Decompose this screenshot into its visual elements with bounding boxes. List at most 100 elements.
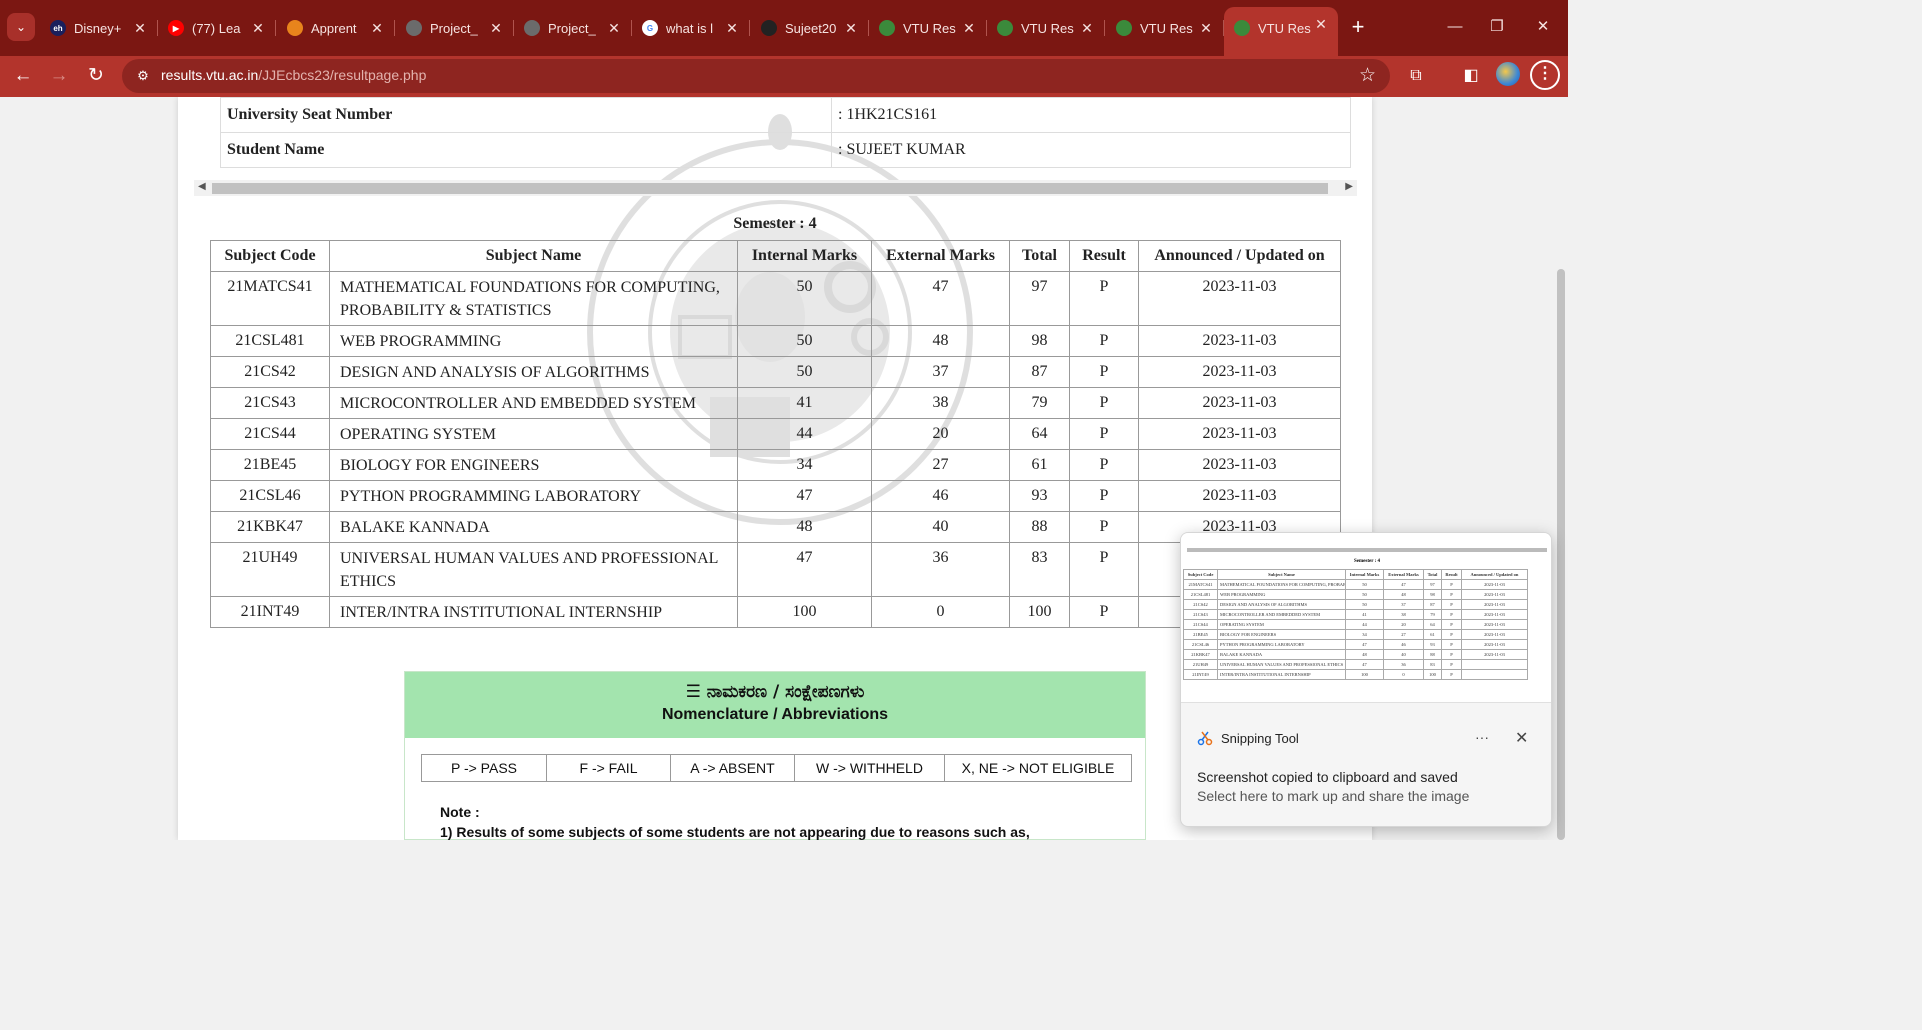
tab-10[interactable]: VTU Res ✕ xyxy=(1224,7,1338,56)
preview-external-marks: 48 xyxy=(1383,589,1424,600)
horizontal-scrollbar[interactable]: ◀ ▶ xyxy=(194,180,1357,196)
close-tab-icon[interactable]: ✕ xyxy=(249,19,267,37)
tab-title: Project_ xyxy=(430,20,478,36)
tab-search-button[interactable]: ⌄ xyxy=(7,13,35,41)
chrome-menu-button[interactable]: ⋮ xyxy=(1530,60,1560,90)
result: P xyxy=(1069,325,1139,357)
scroll-left-arrow-icon[interactable]: ◀ xyxy=(198,181,206,192)
tab-title: VTU Res xyxy=(1021,20,1074,36)
preview-column-header: Subject Name xyxy=(1217,569,1346,580)
marks-table: Subject Code Subject Name Internal Marks Ex… xyxy=(210,240,1341,628)
close-tab-icon[interactable]: ✕ xyxy=(1197,19,1215,37)
external-marks: 20 xyxy=(871,418,1010,450)
tab-6[interactable]: Sujeet20 ✕ xyxy=(751,11,869,45)
table-row: 21UH49 UNIVERSAL HUMAN VALUES AND PROFESS… xyxy=(210,542,1341,597)
screenshot-preview[interactable]: Semester : 4 Subject Code Subject Name Int… xyxy=(1181,533,1551,703)
preview-external-marks: 36 xyxy=(1383,659,1424,670)
restore-button[interactable]: ❐ xyxy=(1482,14,1512,40)
preview-column-header: Announced / Updated on xyxy=(1461,569,1528,580)
chevron-down-icon: ⌄ xyxy=(15,20,27,34)
preview-row: 21KBK47 BALAKE KANNADA 48 40 88 P 2023-11-03 xyxy=(1183,649,1528,660)
reload-icon: ↻ xyxy=(88,65,104,86)
close-tab-icon[interactable]: ✕ xyxy=(487,19,505,37)
result: P xyxy=(1069,387,1139,419)
snipping-tool-icon xyxy=(1197,731,1213,746)
toast-app-name: Snipping Tool xyxy=(1221,730,1299,746)
close-tab-icon[interactable]: ✕ xyxy=(1078,19,1096,37)
site-info-icon[interactable]: ⚙ xyxy=(134,67,152,85)
address-bar[interactable]: ⚙ results.vtu.ac.in/JJEcbcs23/resultpage… xyxy=(122,59,1390,93)
abbreviation-item: W -> WITHHELD xyxy=(794,754,945,782)
close-tab-icon[interactable]: ✕ xyxy=(1312,15,1330,33)
preview-subject-name: UNIVERSAL HUMAN VALUES AND PROFESSIONAL … xyxy=(1217,659,1346,670)
close-window-button[interactable]: ✕ xyxy=(1528,14,1558,40)
preview-header-row: Subject Code Subject Name Internal Marks Ex… xyxy=(1183,569,1528,580)
external-marks: 38 xyxy=(871,387,1010,419)
google-icon: G xyxy=(642,20,658,36)
preview-subject-code: 21CSL46 xyxy=(1183,639,1218,650)
preview-total-marks: 79 xyxy=(1423,609,1442,620)
close-tab-icon[interactable]: ✕ xyxy=(723,19,741,37)
horizontal-scroll-thumb[interactable] xyxy=(212,183,1328,194)
preview-announced-date: 2023-11-03 xyxy=(1461,639,1528,650)
result: P xyxy=(1069,271,1139,326)
total-marks: 88 xyxy=(1009,511,1070,543)
column-header: Announced / Updated on xyxy=(1138,240,1341,272)
reload-button[interactable]: ↻ xyxy=(82,62,110,90)
close-tab-icon[interactable]: ✕ xyxy=(368,19,386,37)
preview-subject-name: BIOLOGY FOR ENGINEERS xyxy=(1217,629,1346,640)
side-panel-icon[interactable]: ◧ xyxy=(1457,62,1485,90)
tab-title: what is l xyxy=(666,20,713,36)
external-marks: 0 xyxy=(871,596,1010,628)
scroll-right-arrow-icon[interactable]: ▶ xyxy=(1345,181,1353,192)
toast-more-button[interactable]: ··· xyxy=(1475,729,1489,745)
tab-4[interactable]: Project_ ✕ xyxy=(514,11,632,45)
external-marks: 37 xyxy=(871,356,1010,388)
tab-7[interactable]: VTU Res ✕ xyxy=(869,11,987,45)
globe-icon xyxy=(524,20,540,36)
forward-button[interactable]: → xyxy=(45,62,73,90)
subject-code: 21CS42 xyxy=(210,356,330,388)
preview-result: P xyxy=(1441,639,1462,650)
preview-subject-name: OPERATING SYSTEM xyxy=(1217,619,1346,630)
table-row: 21MATCS41 MATHEMATICAL FOUNDATIONS FOR CO… xyxy=(210,271,1341,326)
preview-external-marks: 38 xyxy=(1383,609,1424,620)
back-button[interactable]: ← xyxy=(9,62,37,90)
close-tab-icon[interactable]: ✕ xyxy=(131,19,149,37)
subject-name: INTER/INTRA INSTITUTIONAL INTERNSHIP xyxy=(329,596,738,628)
extensions-icon[interactable]: ⧉ xyxy=(1402,62,1430,90)
preview-total-marks: 83 xyxy=(1423,659,1442,670)
vertical-scrollbar[interactable] xyxy=(1554,97,1568,840)
bookmark-star-icon[interactable]: ☆ xyxy=(1359,64,1376,87)
preview-subject-name: INTER/INTRA INSTITUTIONAL INTERNSHIP xyxy=(1217,669,1346,680)
close-tab-icon[interactable]: ✕ xyxy=(842,19,860,37)
subject-name: PYTHON PROGRAMMING LABORATORY xyxy=(329,480,738,512)
preview-internal-marks: 50 xyxy=(1345,589,1384,600)
vertical-scroll-thumb[interactable] xyxy=(1557,269,1565,840)
snipping-tool-notification[interactable]: Semester : 4 Subject Code Subject Name Int… xyxy=(1180,532,1552,827)
tab-9[interactable]: VTU Res ✕ xyxy=(1106,11,1224,45)
tab-2[interactable]: Apprent ✕ xyxy=(277,11,395,45)
preview-announced-date: 2023-11-03 xyxy=(1461,649,1528,660)
new-tab-button[interactable]: + xyxy=(1345,15,1371,41)
toast-close-button[interactable]: ✕ xyxy=(1515,728,1528,748)
preview-row: 21CSL46 PYTHON PROGRAMMING LABORATORY 47 46… xyxy=(1183,639,1528,650)
tab-1[interactable]: ▶ (77) Lea ✕ xyxy=(158,11,276,45)
minimize-button[interactable]: — xyxy=(1440,14,1470,40)
preview-internal-marks: 44 xyxy=(1345,619,1384,630)
tab-8[interactable]: VTU Res ✕ xyxy=(987,11,1105,45)
result: P xyxy=(1069,449,1139,481)
close-tab-icon[interactable]: ✕ xyxy=(960,19,978,37)
tab-0[interactable]: eh Disney+ ✕ xyxy=(40,11,158,45)
preview-row: 21INT49 INTER/INTRA INSTITUTIONAL INTERNS… xyxy=(1183,669,1528,680)
preview-subject-code: 21CS44 xyxy=(1183,619,1218,630)
close-tab-icon[interactable]: ✕ xyxy=(605,19,623,37)
profile-avatar[interactable] xyxy=(1496,62,1520,86)
announced-date: 2023-11-03 xyxy=(1138,480,1341,512)
youtube-icon: ▶ xyxy=(168,20,184,36)
preview-subject-code: 21BE45 xyxy=(1183,629,1218,640)
arrow-right-icon: → xyxy=(49,65,69,86)
preview-column-header: Internal Marks xyxy=(1345,569,1384,580)
tab-3[interactable]: Project_ ✕ xyxy=(396,11,514,45)
tab-5[interactable]: Gwhat is l ✕ xyxy=(632,11,750,45)
